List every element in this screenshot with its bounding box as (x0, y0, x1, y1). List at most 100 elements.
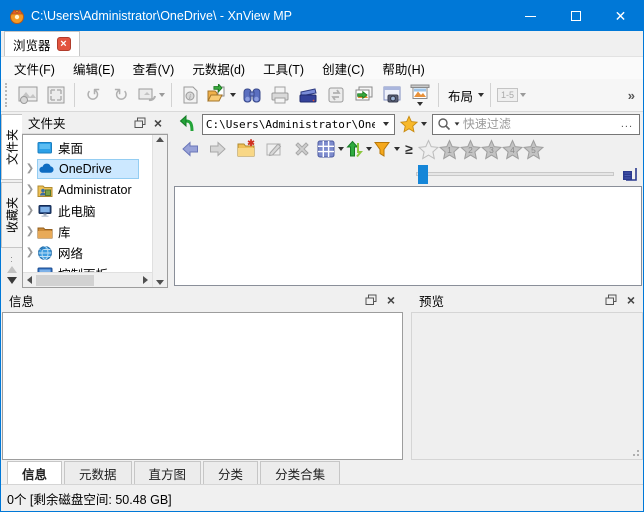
quick-filter-input[interactable] (463, 117, 618, 131)
folders-panel-title: 文件夹 (28, 113, 126, 132)
tree-item-this-pc[interactable]: ❯ 此电脑 (23, 200, 152, 221)
slider-thumb[interactable] (418, 165, 428, 184)
scroll-left-icon[interactable] (27, 276, 32, 284)
favorites-button[interactable] (399, 115, 428, 133)
open-dropdown-caret[interactable] (230, 93, 236, 97)
tree-horizontal-scrollbar[interactable] (23, 272, 152, 287)
tree-vertical-scrollbar[interactable] (152, 135, 167, 287)
toolbar-drag-handle[interactable] (5, 83, 11, 107)
expander-icon[interactable]: ❯ (23, 247, 37, 258)
thumbnail-range-button[interactable]: 1-5 (495, 81, 528, 109)
rotate-left-button[interactable]: ↺ (79, 81, 107, 109)
expander-icon[interactable]: ❯ (23, 163, 37, 174)
star-3-icon[interactable]: 3 (481, 139, 502, 160)
expander-icon[interactable]: ❯ (23, 205, 37, 216)
side-tab-favorites[interactable]: 收藏夹 (1, 182, 22, 248)
tree-item-onedrive[interactable]: ❯ OneDrive (23, 158, 152, 179)
expander-icon[interactable]: ❯ (23, 226, 37, 237)
minimize-button[interactable] (508, 1, 553, 31)
tree-item-network[interactable]: ❯ 网络 (23, 242, 152, 263)
tab-histogram[interactable]: 直方图 (134, 461, 202, 484)
thumbnail-size-slider[interactable] (416, 172, 614, 176)
convert-button[interactable] (322, 81, 350, 109)
tab-metadata[interactable]: 元数据 (64, 461, 132, 484)
tab-category-sets[interactable]: 分类合集 (260, 461, 340, 484)
fullscreen-button[interactable] (42, 81, 70, 109)
open-button[interactable] (204, 81, 238, 109)
menu-view[interactable]: 查看(V) (124, 57, 184, 80)
tree-item-libraries[interactable]: ❯ 库 (23, 221, 152, 242)
titlebar[interactable]: C:\Users\Administrator\OneDrive\ - XnVie… (1, 1, 643, 31)
float-panel-icon[interactable] (605, 294, 617, 306)
transform-dropdown-caret[interactable] (159, 93, 165, 97)
print-button[interactable] (266, 81, 294, 109)
star-4-icon[interactable]: 4 (502, 139, 523, 160)
close-button[interactable]: ✕ (598, 1, 643, 31)
sort-button[interactable] (344, 137, 372, 161)
search-button[interactable] (238, 81, 266, 109)
rating-operator[interactable]: ≥ (400, 141, 418, 157)
favorite-star-icon (400, 115, 418, 133)
tab-scroll-up-icon[interactable] (7, 266, 17, 273)
float-panel-icon[interactable] (134, 117, 146, 129)
scrollbar-thumb[interactable] (36, 275, 94, 286)
quick-filter-box[interactable]: ... (432, 114, 640, 135)
close-panel-icon[interactable]: × (154, 116, 162, 130)
new-folder-button[interactable]: ✱ (232, 137, 260, 161)
scan-button[interactable] (294, 81, 322, 109)
resize-grip[interactable] (632, 449, 640, 457)
scroll-down-icon[interactable] (156, 280, 164, 285)
transform-button[interactable] (135, 81, 167, 109)
back-button[interactable] (176, 137, 204, 161)
menu-tools[interactable]: 工具(T) (254, 57, 313, 80)
view-image-button[interactable] (14, 81, 42, 109)
go-up-button[interactable] (176, 113, 198, 135)
edit-button[interactable] (260, 137, 288, 161)
filter-button[interactable] (372, 137, 400, 161)
tree-item-administrator[interactable]: ❯ Administrator (23, 179, 152, 200)
toolbar-overflow-button[interactable]: » (628, 88, 635, 103)
address-combobox[interactable] (202, 114, 395, 135)
layout-button[interactable]: 布局 (443, 81, 486, 109)
info-button[interactable]: i (176, 81, 204, 109)
star-1-icon[interactable]: 1 (439, 139, 460, 160)
slideshow-button[interactable] (406, 81, 434, 109)
tab-close-icon[interactable]: × (57, 37, 71, 51)
menu-file[interactable]: 文件(F) (5, 57, 64, 80)
side-tab-folders[interactable]: 文件夹 (1, 114, 22, 180)
thumbnail-size-icon[interactable] (622, 166, 638, 182)
rotate-right-button[interactable]: ↻ (107, 81, 135, 109)
star-5-icon[interactable]: 5 (523, 139, 544, 160)
close-panel-icon[interactable]: × (627, 293, 635, 307)
sort-arrows-icon (344, 139, 364, 159)
tab-scroll-down-icon[interactable] (7, 277, 17, 284)
delete-button[interactable] (288, 137, 316, 161)
search-options-caret[interactable] (454, 122, 459, 125)
filter-more-button[interactable]: ... (621, 118, 635, 130)
scroll-up-icon[interactable] (156, 137, 164, 142)
capture-button[interactable] (378, 81, 406, 109)
close-panel-icon[interactable]: × (387, 293, 395, 307)
view-mode-button[interactable] (316, 137, 344, 161)
tab-categories[interactable]: 分类 (203, 461, 258, 484)
address-dropdown-button[interactable] (378, 122, 394, 126)
tab-info[interactable]: 信息 (7, 461, 62, 484)
dock-splitter[interactable] (403, 288, 411, 460)
menu-edit[interactable]: 编辑(E) (64, 57, 124, 80)
expander-icon[interactable]: ❯ (23, 184, 37, 195)
address-input[interactable] (203, 118, 378, 131)
batch-convert-button[interactable] (350, 81, 378, 109)
maximize-button[interactable] (553, 1, 598, 31)
menu-create[interactable]: 创建(C) (313, 57, 373, 80)
tab-browser[interactable]: 浏览器 × (4, 31, 80, 56)
scroll-right-icon[interactable] (143, 276, 148, 284)
star-2-icon[interactable]: 2 (460, 139, 481, 160)
slideshow-dropdown-caret[interactable] (417, 102, 423, 106)
menu-help[interactable]: 帮助(H) (373, 57, 433, 80)
star-none-icon[interactable] (418, 139, 439, 160)
file-list-area[interactable] (174, 186, 642, 286)
menu-metadata[interactable]: 元数据(d) (183, 57, 254, 80)
float-panel-icon[interactable] (365, 294, 377, 306)
forward-button[interactable] (204, 137, 232, 161)
tree-item-desktop[interactable]: 桌面 (23, 137, 152, 158)
